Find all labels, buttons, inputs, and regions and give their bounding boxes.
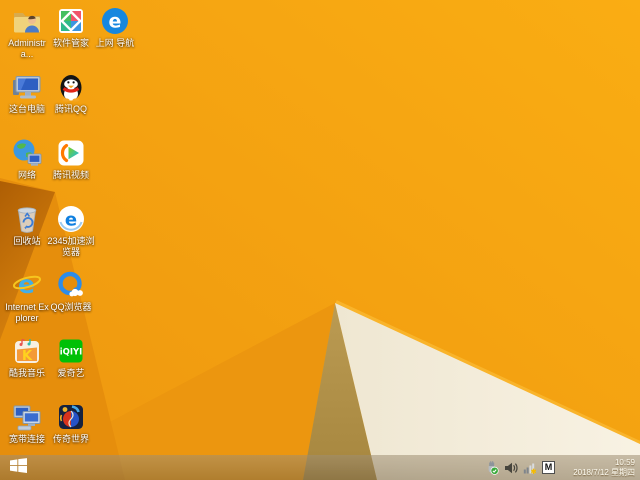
music-box-icon: K (11, 335, 43, 367)
volume-icon[interactable] (504, 461, 518, 475)
clock-date: 2018/7/12 星期四 (573, 468, 635, 477)
icon-label: 上网 导航 (95, 38, 135, 48)
computer-icon (11, 71, 43, 103)
desktop-icon-qq-browser[interactable]: QQ浏览器 (47, 269, 95, 313)
desktop-icon-web-navigation[interactable]: e 上网 导航 (91, 5, 139, 49)
icon-label: Administra... (8, 38, 46, 59)
taskbar-clock[interactable]: 10:59 2018/7/12 星期四 (563, 457, 635, 478)
icon-label: 网络 (17, 170, 36, 180)
blue-e-icon: e (99, 5, 131, 37)
svg-text:iQIYI: iQIYI (60, 348, 83, 358)
desktop-icon-software-manager[interactable]: 软件管家 (47, 5, 95, 49)
network-status-icon[interactable] (523, 461, 537, 475)
system-tray: M 10:59 2018/7/12 星期四 (485, 455, 640, 480)
desktop-icon-internet-explorer[interactable]: e Internet Explorer (3, 269, 51, 324)
icon-label: 爱奇艺 (57, 368, 85, 378)
desktop-icon-2345-browser[interactable]: e 2345加速浏览器 (47, 203, 95, 258)
icon-label: 酷我音乐 (8, 368, 45, 378)
trash-bin-icon (11, 203, 43, 235)
desktop-icon-network[interactable]: 网络 (3, 137, 51, 181)
icon-label: 腾讯视频 (52, 170, 89, 180)
user-folder-icon (11, 5, 43, 37)
taskbar: M 10:59 2018/7/12 星期四 (0, 455, 640, 480)
iqiyi-icon: iQIYI (55, 335, 87, 367)
ime-indicator[interactable]: M (542, 461, 555, 474)
desktop-icon-broadband-connection[interactable]: 宽带连接 (3, 401, 51, 445)
desktop-icon-tencent-qq[interactable]: 腾讯QQ (47, 71, 95, 115)
q-cloud-icon (55, 269, 87, 301)
desktop-icon-recycle-bin[interactable]: 回收站 (3, 203, 51, 247)
icon-label: 软件管家 (52, 38, 89, 48)
desktop-icon-kuwo-music[interactable]: K 酷我音乐 (3, 335, 51, 379)
white-circle-e-icon: e (55, 203, 87, 235)
icon-label: QQ浏览器 (50, 302, 92, 312)
wallpaper (0, 0, 640, 480)
desktop-icon-administrator[interactable]: Administra... (3, 5, 51, 60)
icon-label: Internet Explorer (5, 302, 49, 323)
game-orb-icon (55, 401, 87, 433)
svg-text:e: e (65, 210, 77, 231)
windows-logo-icon (9, 457, 27, 478)
desktop-icon-this-pc[interactable]: 这台电脑 (3, 71, 51, 115)
desktop-icon-tencent-video[interactable]: 腾讯视频 (47, 137, 95, 181)
icon-label: 腾讯QQ (54, 104, 87, 114)
globe-network-icon (11, 137, 43, 169)
software-manager-icon (55, 5, 87, 37)
desktop[interactable]: Administra... 软件管家 e 上网 导航 这台电脑 腾讯QQ 网络 … (0, 0, 640, 480)
play-button-icon (55, 137, 87, 169)
dual-computers-icon (11, 401, 43, 433)
icon-label: 这台电脑 (8, 104, 45, 114)
icon-label: 回收站 (13, 236, 41, 246)
ie-icon: e (11, 269, 43, 301)
qq-penguin-icon (55, 71, 87, 103)
usb-safely-remove-icon[interactable] (485, 460, 499, 475)
icon-label: 传奇世界 (52, 434, 89, 444)
svg-text:K: K (22, 349, 33, 364)
icon-label: 2345加速浏览器 (47, 236, 95, 257)
desktop-icon-iqiyi[interactable]: iQIYI 爱奇艺 (47, 335, 95, 379)
icon-label: 宽带连接 (8, 434, 45, 444)
desktop-icon-legend-world[interactable]: 传奇世界 (47, 401, 95, 445)
clock-time: 10:59 (614, 458, 635, 467)
start-button[interactable] (0, 455, 36, 480)
svg-text:e: e (109, 11, 122, 33)
